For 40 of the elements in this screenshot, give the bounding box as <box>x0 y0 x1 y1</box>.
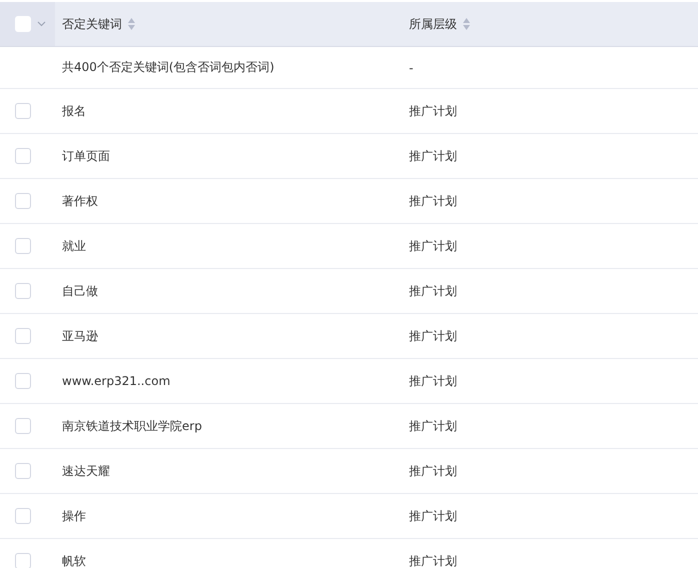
sort-icon[interactable] <box>463 18 470 30</box>
column-header: 所属层级 <box>409 16 457 32</box>
keyword-cell-text: 报名 <box>61 102 87 120</box>
level-cell-text: 推广计划 <box>408 192 458 210</box>
level-cell-text: 推广计划 <box>408 148 458 164</box>
level-cell-text: 推广计划 <box>408 328 458 344</box>
level-cell-text: 推广计划 <box>408 508 458 524</box>
checkbox[interactable] <box>15 508 31 524</box>
keyword-cell-text: 订单页面 <box>61 148 111 164</box>
checkbox[interactable] <box>15 283 31 299</box>
checkbox[interactable] <box>15 103 31 119</box>
checkbox[interactable] <box>15 463 31 479</box>
keyword-cell-text: 速达天耀 <box>61 462 111 480</box>
level-cell-text: 推广计划 <box>408 372 458 390</box>
keyword-cell-text: 自己做 <box>61 282 99 300</box>
column-header: 否定关键词 <box>62 16 122 32</box>
table-cell-text: - <box>408 60 414 74</box>
keyword-cell-text: 南京铁道技术职业学院erp <box>61 418 203 434</box>
level-cell-text: 推广计划 <box>408 418 458 434</box>
checkbox[interactable] <box>15 373 31 389</box>
level-cell-text: 推广计划 <box>408 552 458 568</box>
checkbox[interactable] <box>15 193 31 209</box>
sort-icon[interactable] <box>128 18 135 30</box>
checkbox[interactable] <box>15 418 31 434</box>
keyword-cell-text: 著作权 <box>61 192 99 210</box>
level-cell-text: 推广计划 <box>408 462 458 480</box>
keyword-cell-text: www.erp321..com <box>61 374 172 388</box>
level-cell-text: 推广计划 <box>408 238 458 254</box>
keyword-cell-text: 操作 <box>61 508 87 524</box>
summary-text: 共400个否定关键词(包含否词包内否词) <box>61 59 276 76</box>
keyword-cell-text: 帆软 <box>61 552 87 568</box>
keyword-cell-text: 亚马逊 <box>61 328 99 344</box>
checkbox[interactable] <box>15 328 31 344</box>
checkbox[interactable] <box>15 553 31 568</box>
checkbox[interactable] <box>15 148 31 164</box>
keyword-cell-text: 就业 <box>61 238 87 254</box>
level-cell-text: 推广计划 <box>408 282 458 300</box>
level-cell-text: 推广计划 <box>408 102 458 120</box>
chevron-down-icon[interactable] <box>37 21 46 27</box>
checkbox[interactable] <box>15 238 31 254</box>
